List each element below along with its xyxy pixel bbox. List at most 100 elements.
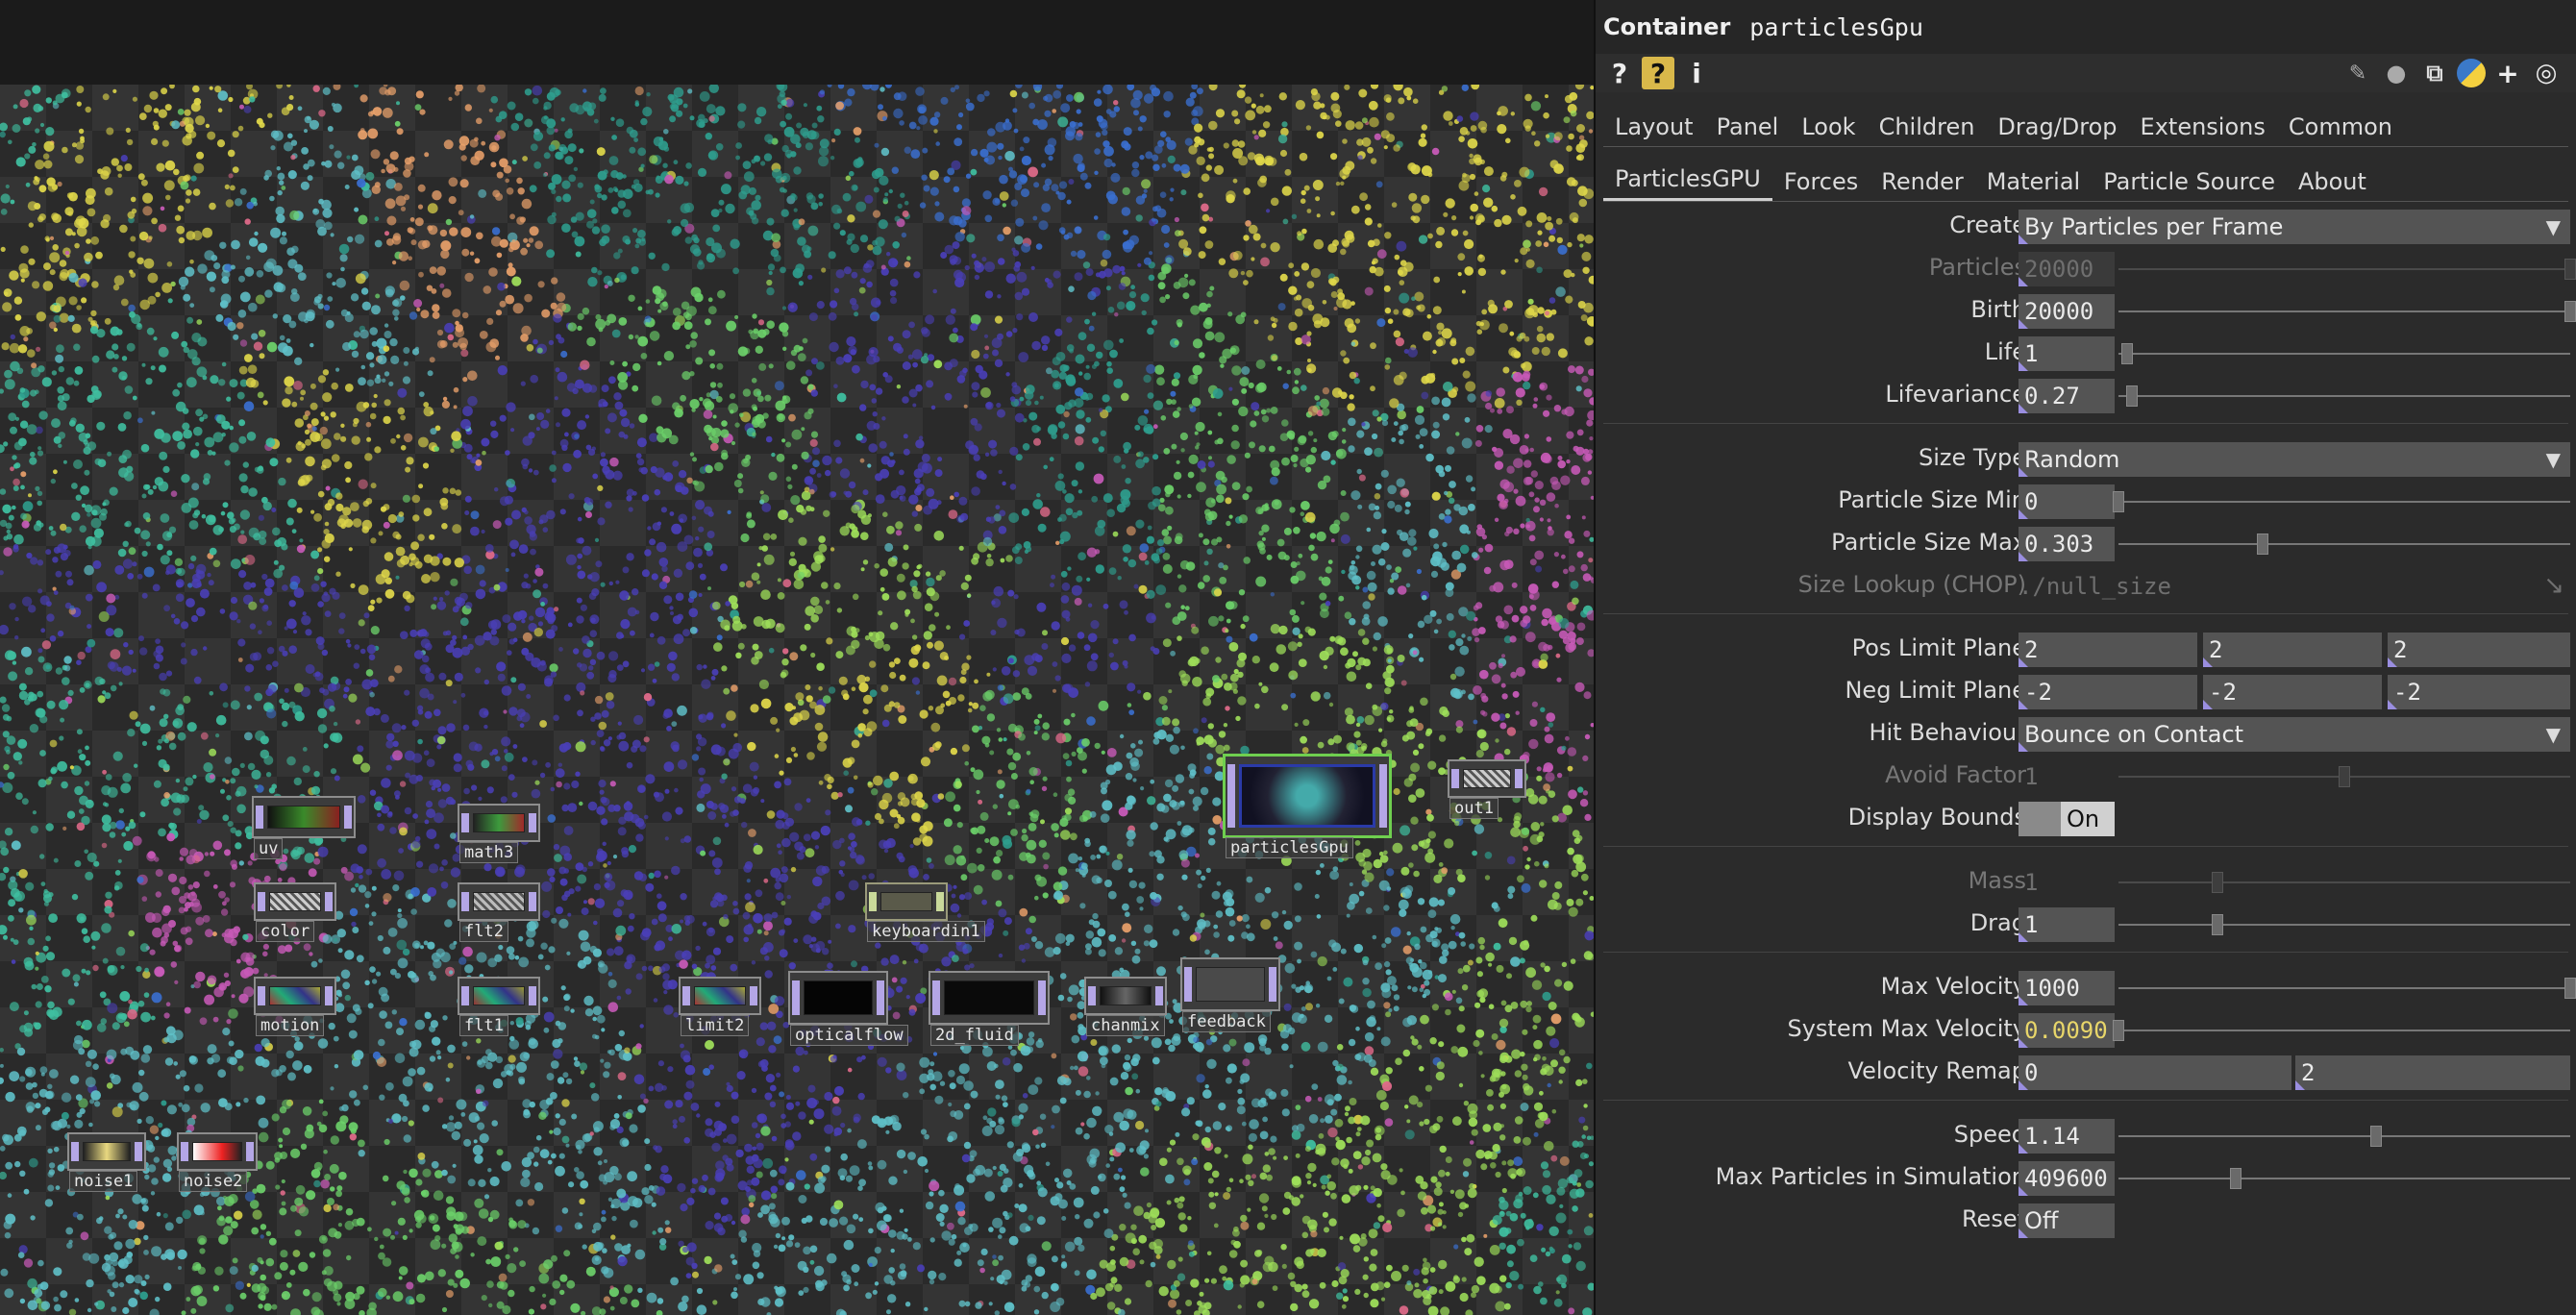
param-neg-limit-plane: Neg Limit Plane -2 -2 -2 — [1596, 671, 2576, 713]
display-bounds-toggle[interactable]: On — [2019, 802, 2115, 836]
panel-title-bar: Container particlesGpu — [1596, 0, 2576, 54]
node-label: math3 — [459, 842, 519, 863]
add-icon[interactable]: + — [2491, 57, 2524, 89]
node-label: motion — [256, 1015, 325, 1036]
tab-particle-source[interactable]: Particle Source — [2092, 168, 2287, 201]
max-velocity-slider[interactable] — [2118, 978, 2576, 999]
speed-slider[interactable] — [2118, 1126, 2570, 1147]
param-birth: Birth 20000 — [1596, 290, 2576, 333]
tab-look[interactable]: Look — [1790, 113, 1867, 146]
param-reset: Reset Off — [1596, 1200, 2576, 1242]
node-label: opticalflow — [790, 1025, 908, 1046]
birth-slider[interactable] — [2118, 301, 2576, 322]
comment-icon[interactable]: ● — [2380, 57, 2413, 89]
node-out1[interactable]: out1 — [1448, 759, 1526, 819]
param-pos-limit-plane: Pos Limit Plane 2 2 2 — [1596, 629, 2576, 671]
size-lookup-field: ./null_size — [2019, 573, 2171, 600]
node-math3[interactable]: math3 — [458, 804, 540, 863]
node-2d-fluid[interactable]: 2d_fluid — [929, 971, 1050, 1046]
node-particlesgpu[interactable]: particlesGpu — [1223, 754, 1392, 858]
node-limit2[interactable]: limit2 — [679, 977, 761, 1036]
lifevariance-field[interactable]: 0.27 — [2019, 379, 2115, 413]
param-speed: Speed 1.14 — [1596, 1115, 2576, 1157]
network-editor[interactable]: uv math3 color flt2 motion flt1 keyboard… — [0, 0, 1594, 1315]
param-size-type: Size Type Random ▼ — [1596, 438, 2576, 481]
system-max-velocity-slider[interactable] — [2113, 1020, 2570, 1041]
node-chanmix[interactable]: chanmix — [1084, 977, 1167, 1036]
node-label: keyboardin1 — [867, 921, 985, 942]
param-display-bounds: Display Bounds On — [1596, 798, 2576, 840]
create-menu[interactable]: By Particles per Frame ▼ — [2019, 210, 2570, 244]
param-system-max-velocity: System Max Velocity 0.0090 — [1596, 1009, 2576, 1052]
particle-size-max-field[interactable]: 0.303 — [2019, 527, 2115, 561]
reset-button[interactable]: Off — [2019, 1203, 2115, 1238]
param-create: Create By Particles per Frame ▼ — [1596, 206, 2576, 248]
tab-forces[interactable]: Forces — [1772, 168, 1870, 201]
python-icon[interactable] — [2457, 59, 2486, 87]
life-field[interactable]: 1 — [2019, 336, 2115, 371]
particle-background-render — [0, 85, 1594, 1315]
lifevariance-slider[interactable] — [2118, 385, 2570, 407]
network-header-area — [0, 0, 1594, 85]
velocity-remap-max-field[interactable]: 2 — [2295, 1055, 2570, 1090]
divider — [1603, 613, 2568, 614]
divider — [1603, 952, 2568, 953]
max-particles-field[interactable]: 409600 — [2019, 1161, 2115, 1196]
info-icon[interactable]: i — [1680, 57, 1713, 89]
tab-about[interactable]: About — [2287, 168, 2378, 201]
particle-size-max-slider[interactable] — [2118, 533, 2570, 555]
particle-size-min-field[interactable]: 0 — [2019, 484, 2115, 519]
drag-field[interactable]: 1 — [2019, 907, 2115, 942]
hit-behaviour-menu[interactable]: Bounce on Contact ▼ — [2019, 717, 2570, 752]
node-uv[interactable]: uv — [252, 796, 356, 859]
node-flt1[interactable]: flt1 — [458, 977, 540, 1036]
max-particles-slider[interactable] — [2118, 1168, 2570, 1189]
pos-limit-z-field[interactable]: 2 — [2388, 633, 2570, 667]
node-label: noise1 — [69, 1171, 138, 1192]
clone-icon[interactable]: ⧉ — [2418, 57, 2451, 89]
node-label: flt2 — [459, 921, 508, 942]
tab-extensions[interactable]: Extensions — [2129, 113, 2277, 146]
node-color[interactable]: color — [254, 882, 336, 942]
particle-size-min-slider[interactable] — [2113, 491, 2570, 512]
tab-drag-drop[interactable]: Drag/Drop — [1986, 113, 2128, 146]
birth-field[interactable]: 20000 — [2019, 294, 2115, 329]
node-flt2[interactable]: flt2 — [458, 882, 540, 942]
tab-particlesgpu[interactable]: ParticlesGPU — [1603, 165, 1772, 201]
tab-common[interactable]: Common — [2277, 113, 2404, 146]
operator-name-field[interactable]: particlesGpu — [1749, 13, 1923, 41]
param-particle-size-max: Particle Size Max 0.303 — [1596, 523, 2576, 565]
velocity-remap-min-field[interactable]: 0 — [2019, 1055, 2291, 1090]
neg-limit-y-field[interactable]: -2 — [2203, 675, 2382, 709]
node-opticalflow[interactable]: opticalflow — [788, 971, 908, 1046]
tab-children[interactable]: Children — [1868, 113, 1987, 146]
size-type-menu[interactable]: Random ▼ — [2019, 442, 2570, 477]
param-particle-size-min: Particle Size Min 0 — [1596, 481, 2576, 523]
tab-render[interactable]: Render — [1870, 168, 1974, 201]
node-motion[interactable]: motion — [254, 977, 336, 1036]
mass-slider — [2118, 872, 2570, 893]
system-max-velocity-field[interactable]: 0.0090 — [2019, 1013, 2115, 1048]
tab-material[interactable]: Material — [1975, 168, 2093, 201]
help-operator-icon[interactable]: ? — [1642, 57, 1674, 89]
pos-limit-y-field[interactable]: 2 — [2203, 633, 2382, 667]
node-feedback[interactable]: feedback — [1180, 957, 1280, 1032]
reference-arrow-icon: ↘ — [2543, 571, 2564, 600]
drag-slider[interactable] — [2118, 914, 2570, 935]
node-noise2[interactable]: noise2 — [177, 1132, 258, 1192]
pos-limit-x-field[interactable]: 2 — [2019, 633, 2197, 667]
life-slider[interactable] — [2118, 343, 2570, 364]
tab-layout[interactable]: Layout — [1603, 113, 1705, 146]
speed-field[interactable]: 1.14 — [2019, 1119, 2115, 1154]
viewer-icon[interactable]: ◎ — [2530, 57, 2563, 89]
max-velocity-field[interactable]: 1000 — [2019, 971, 2115, 1005]
node-label: limit2 — [681, 1015, 750, 1036]
edit-icon[interactable]: ✎ — [2341, 57, 2374, 89]
param-velocity-remap: Velocity Remap 0 2 — [1596, 1052, 2576, 1094]
help-icon[interactable]: ? — [1603, 57, 1636, 89]
tab-panel[interactable]: Panel — [1705, 113, 1791, 146]
node-noise1[interactable]: noise1 — [67, 1132, 146, 1192]
neg-limit-z-field[interactable]: -2 — [2388, 675, 2570, 709]
node-keyboardin1[interactable]: keyboardin1 — [865, 882, 985, 942]
neg-limit-x-field[interactable]: -2 — [2019, 675, 2197, 709]
